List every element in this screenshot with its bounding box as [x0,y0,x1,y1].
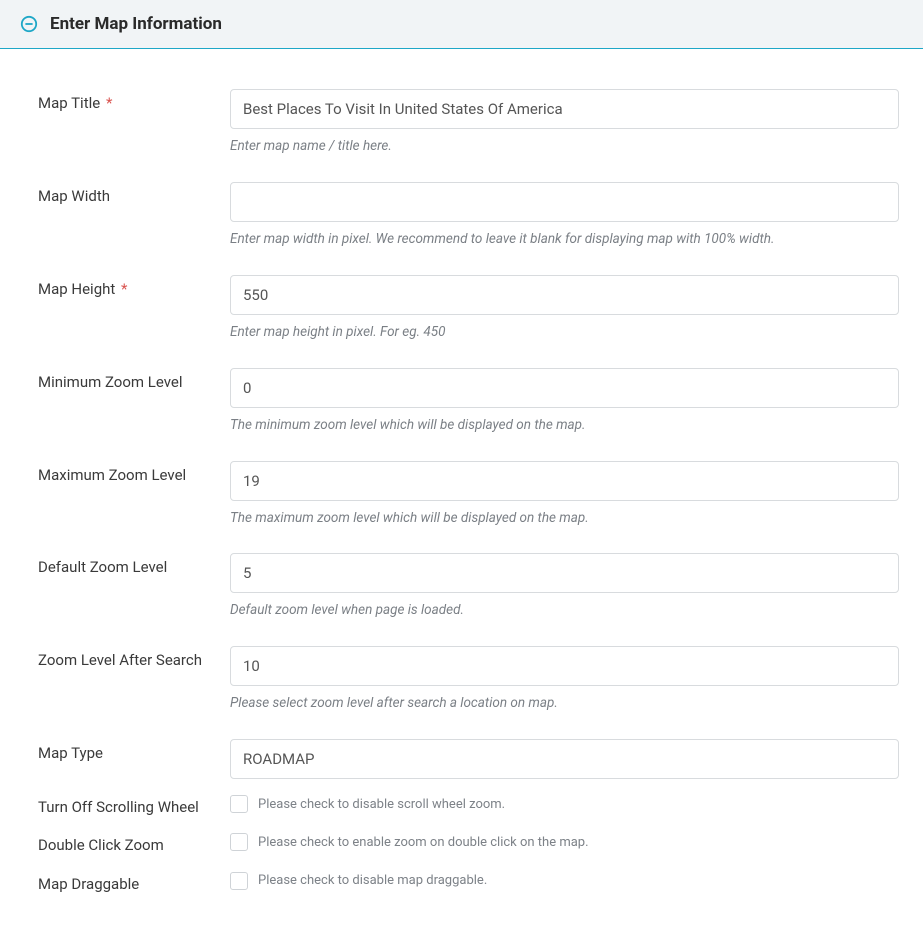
help-default-zoom: Default zoom level when page is loaded. [230,601,899,620]
label-scroll-wheel: Turn Off Scrolling Wheel [20,793,230,817]
row-map-width: Map Width Enter map width in pixel. We r… [20,182,903,249]
form-body: Map Title * Enter map name / title here.… [0,49,923,928]
label-max-zoom: Maximum Zoom Level [20,461,230,485]
row-map-height: Map Height * Enter map height in pixel. … [20,275,903,342]
help-min-zoom: The minimum zoom level which will be dis… [230,416,899,435]
label-double-click-zoom: Double Click Zoom [20,831,230,855]
input-zoom-after-search[interactable] [230,646,899,686]
label-map-draggable: Map Draggable [20,870,230,894]
collapse-icon [20,15,38,33]
label-map-type: Map Type [20,739,230,763]
row-default-zoom: Default Zoom Level Default zoom level wh… [20,553,903,620]
row-map-type: Map Type [20,739,903,779]
row-max-zoom: Maximum Zoom Level The maximum zoom leve… [20,461,903,528]
input-map-width[interactable] [230,182,899,222]
input-min-zoom[interactable] [230,368,899,408]
label-default-zoom: Default Zoom Level [20,553,230,577]
input-default-zoom[interactable] [230,553,899,593]
row-min-zoom: Minimum Zoom Level The minimum zoom leve… [20,368,903,435]
help-zoom-after-search: Please select zoom level after search a … [230,694,899,713]
row-zoom-after-search: Zoom Level After Search Please select zo… [20,646,903,713]
section-title: Enter Map Information [50,14,222,34]
row-map-title: Map Title * Enter map name / title here. [20,89,903,156]
help-map-height: Enter map height in pixel. For eg. 450 [230,323,899,342]
input-map-height[interactable] [230,275,899,315]
checkbox-double-click-zoom[interactable] [230,833,248,851]
label-map-height: Map Height * [20,275,230,299]
checkbox-map-draggable[interactable] [230,872,248,890]
checkbox-label-double-click-zoom: Please check to enable zoom on double cl… [258,835,589,850]
checkbox-label-map-draggable: Please check to disable map draggable. [258,873,487,888]
input-map-title[interactable] [230,89,899,129]
input-max-zoom[interactable] [230,461,899,501]
checkbox-label-scroll-wheel: Please check to disable scroll wheel zoo… [258,797,505,812]
input-map-type[interactable] [230,739,899,779]
checkbox-scroll-wheel[interactable] [230,795,248,813]
label-map-width: Map Width [20,182,230,206]
help-map-title: Enter map name / title here. [230,137,899,156]
label-map-title: Map Title * [20,89,230,113]
label-min-zoom: Minimum Zoom Level [20,368,230,392]
label-zoom-after-search: Zoom Level After Search [20,646,230,670]
help-max-zoom: The maximum zoom level which will be dis… [230,509,899,528]
row-scroll-wheel: Turn Off Scrolling Wheel Please check to… [20,793,903,817]
row-double-click-zoom: Double Click Zoom Please check to enable… [20,831,903,855]
section-header[interactable]: Enter Map Information [0,0,923,49]
help-map-width: Enter map width in pixel. We recommend t… [230,230,899,249]
row-map-draggable: Map Draggable Please check to disable ma… [20,870,903,894]
